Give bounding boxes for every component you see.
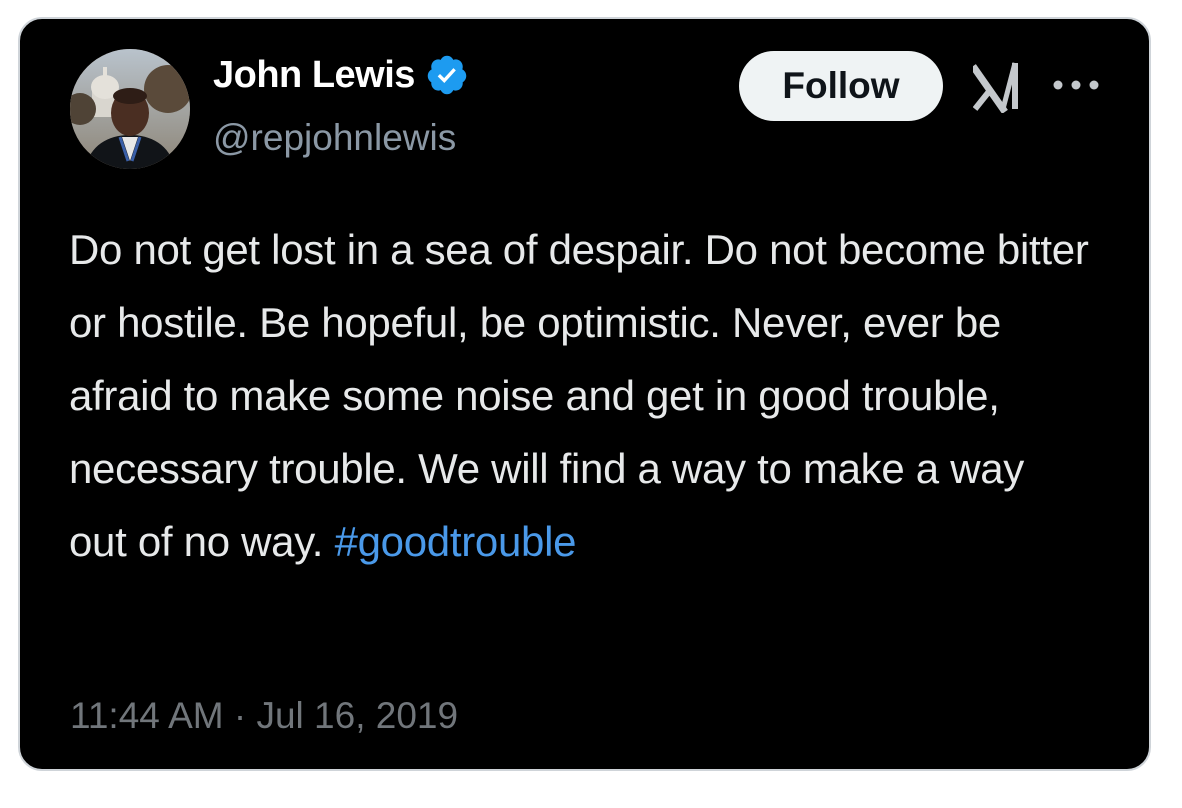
x-logo-icon[interactable] bbox=[970, 59, 1025, 114]
author-name-row: John Lewis bbox=[213, 53, 469, 97]
tweet-text: Do not get lost in a sea of despair. Do … bbox=[69, 213, 1089, 578]
follow-button[interactable]: Follow bbox=[739, 51, 943, 121]
more-dots-icon[interactable] bbox=[1050, 77, 1102, 93]
tweet-card: John Lewis @repjohnlewis Follow Do not g… bbox=[18, 17, 1151, 771]
avatar[interactable] bbox=[70, 49, 190, 169]
avatar-photo bbox=[70, 49, 190, 169]
tweet-timestamp[interactable]: 11:44 AM · Jul 16, 2019 bbox=[70, 695, 458, 737]
tweet-body: Do not get lost in a sea of despair. Do … bbox=[69, 226, 1089, 565]
hashtag-link[interactable]: #goodtrouble bbox=[335, 518, 577, 565]
author-handle[interactable]: @repjohnlewis bbox=[213, 117, 456, 159]
author-name[interactable]: John Lewis bbox=[213, 54, 415, 97]
verified-badge-icon bbox=[425, 53, 469, 97]
